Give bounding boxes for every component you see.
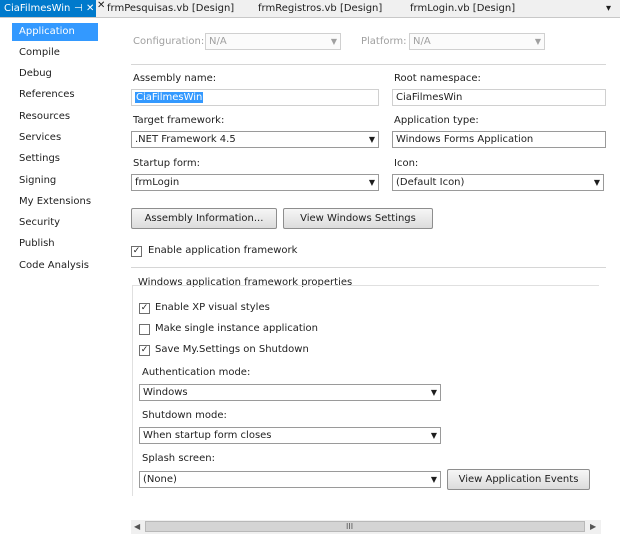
root-namespace-label: Root namespace: [394, 73, 481, 84]
sidebar-item-references[interactable]: References [12, 86, 98, 104]
splash-screen-dropdown[interactable]: (None) ▼ [139, 471, 441, 488]
divider [131, 267, 606, 268]
startup-form-value: frmLogin [135, 177, 180, 188]
single-instance-label: Make single instance application [155, 323, 319, 334]
tab-overflow-icon[interactable]: ▾ [606, 0, 611, 17]
authentication-mode-value: Windows [143, 387, 188, 398]
application-type-value: Windows Forms Application [396, 134, 534, 145]
sidebar-item-signing[interactable]: Signing [12, 172, 98, 190]
tab-ciafilmeswin[interactable]: CiaFilmesWin ⊣ ✕ [0, 0, 96, 17]
configuration-dropdown[interactable]: N/A ▼ [205, 33, 341, 50]
chevron-down-icon: ▼ [368, 178, 375, 187]
xp-styles-checkbox[interactable]: ✓ [139, 303, 150, 314]
configuration-value: N/A [209, 36, 227, 47]
splash-screen-label: Splash screen: [142, 453, 215, 464]
view-application-events-button[interactable]: View Application Events [447, 469, 590, 490]
document-tab-strip: CiaFilmesWin ⊣ ✕ ✕ frmPesquisas.vb [Desi… [0, 0, 620, 18]
pin-icon[interactable]: ⊣ [74, 0, 83, 17]
scroll-left-icon[interactable]: ◀ [134, 522, 140, 531]
project-properties-sidebar: Application Compile Debug References Res… [0, 18, 112, 549]
target-framework-value: .NET Framework 4.5 [135, 134, 236, 145]
save-settings-checkbox[interactable]: ✓ [139, 345, 150, 356]
divider [131, 64, 606, 65]
assembly-name-value: CiaFilmesWin [135, 92, 204, 103]
application-type-label: Application type: [394, 115, 479, 126]
tab-frmregistros[interactable]: frmRegistros.vb [Design] [258, 0, 382, 17]
platform-label: Platform: [361, 36, 407, 47]
startup-form-label: Startup form: [133, 158, 200, 169]
scrollbar-thumb[interactable] [145, 521, 585, 532]
target-framework-label: Target framework: [133, 115, 225, 126]
chevron-down-icon: ▼ [330, 37, 337, 46]
tab-frmlogin[interactable]: frmLogin.vb [Design] [410, 0, 515, 17]
splash-screen-value: (None) [143, 474, 177, 485]
icon-dropdown[interactable]: (Default Icon) ▼ [392, 174, 604, 191]
sidebar-item-settings[interactable]: Settings [12, 150, 98, 168]
close-icon[interactable]: ✕ [97, 0, 105, 11]
sidebar-item-services[interactable]: Services [12, 129, 98, 147]
configuration-label: Configuration: [133, 36, 205, 47]
sidebar-item-my-extensions[interactable]: My Extensions [12, 193, 98, 211]
save-settings-label: Save My.Settings on Shutdown [155, 344, 309, 355]
root-namespace-input[interactable]: CiaFilmesWin [392, 89, 606, 106]
application-type-dropdown[interactable]: Windows Forms Application [392, 131, 606, 148]
sidebar-item-resources[interactable]: Resources [12, 108, 98, 126]
platform-dropdown[interactable]: N/A ▼ [409, 33, 545, 50]
enable-framework-label: Enable application framework [148, 245, 298, 256]
enable-framework-checkbox[interactable]: ✓ [131, 246, 142, 257]
sidebar-item-publish[interactable]: Publish [12, 235, 98, 253]
sidebar-item-security[interactable]: Security [12, 214, 98, 232]
sidebar-item-code-analysis[interactable]: Code Analysis [12, 257, 98, 275]
tab-frmpesquisas[interactable]: frmPesquisas.vb [Design] [107, 0, 234, 17]
single-instance-checkbox[interactable] [139, 324, 150, 335]
shutdown-mode-dropdown[interactable]: When startup form closes ▼ [139, 427, 441, 444]
assembly-name-input[interactable]: CiaFilmesWin [131, 89, 379, 106]
chevron-down-icon: ▼ [593, 178, 600, 187]
scroll-grip-icon: III [346, 522, 354, 531]
assembly-name-label: Assembly name: [133, 73, 217, 84]
chevron-down-icon: ▼ [534, 37, 541, 46]
target-framework-dropdown[interactable]: .NET Framework 4.5 ▼ [131, 131, 379, 148]
chevron-down-icon: ▼ [368, 135, 375, 144]
sidebar-item-compile[interactable]: Compile [12, 44, 98, 62]
sidebar-item-debug[interactable]: Debug [12, 65, 98, 83]
shutdown-mode-value: When startup form closes [143, 430, 272, 441]
sidebar-item-application[interactable]: Application [12, 23, 98, 41]
assembly-information-button[interactable]: Assembly Information... [131, 208, 277, 229]
authentication-mode-dropdown[interactable]: Windows ▼ [139, 384, 441, 401]
close-icon[interactable]: ✕ [86, 0, 94, 17]
scroll-right-icon[interactable]: ▶ [590, 522, 596, 531]
tab-label: CiaFilmesWin [4, 3, 71, 14]
platform-value: N/A [413, 36, 431, 47]
authentication-mode-label: Authentication mode: [142, 367, 251, 378]
chevron-down-icon: ▼ [430, 431, 437, 440]
icon-value: (Default Icon) [396, 177, 465, 188]
icon-label: Icon: [394, 158, 419, 169]
shutdown-mode-label: Shutdown mode: [142, 410, 227, 421]
xp-styles-label: Enable XP visual styles [155, 302, 270, 313]
chevron-down-icon: ▼ [430, 388, 437, 397]
view-windows-settings-button[interactable]: View Windows Settings [283, 208, 433, 229]
startup-form-dropdown[interactable]: frmLogin ▼ [131, 174, 379, 191]
chevron-down-icon: ▼ [430, 475, 437, 484]
